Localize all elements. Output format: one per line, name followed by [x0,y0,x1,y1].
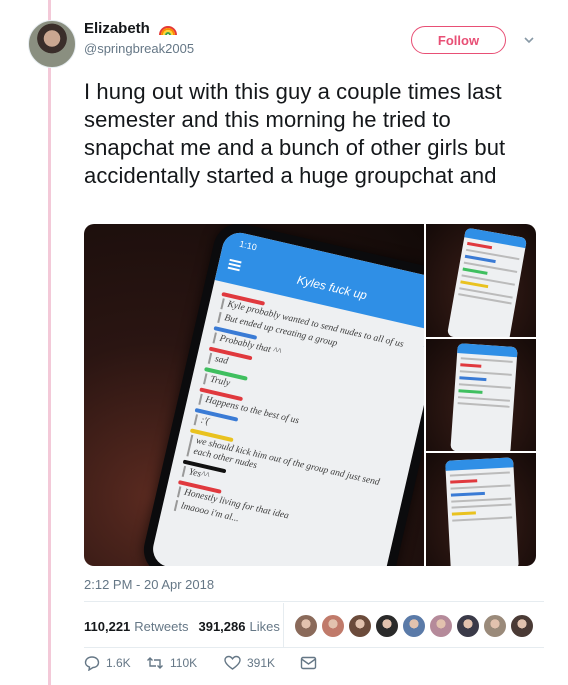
mini-screen [445,457,519,566]
liker-avatar[interactable] [348,614,372,638]
mini-screen [450,342,518,452]
reply-count: 1.6K [106,656,131,670]
tweet-timestamp[interactable]: 2:12 PM - 20 Apr 2018 [84,577,214,592]
media-photo-2[interactable] [426,224,536,337]
liker-avatar[interactable] [510,614,534,638]
likes-count[interactable]: 391,286 [198,619,245,634]
retweets-label[interactable]: Retweets [134,619,188,634]
engagement-stats: 110,221 Retweets 391,286 Likes [84,611,290,641]
retweet-count: 110K [170,656,198,670]
media-photo-main[interactable]: 1:10 Kyles fuck up › Kyle probably wante… [84,224,424,566]
mini-screen [446,227,528,337]
reply-button[interactable]: 1.6K [84,655,146,671]
chat-messages: Kyle probably wanted to send nudes to al… [160,280,424,566]
follow-button[interactable]: Follow [411,26,506,54]
user-info: Elizabeth @springbreak2005 [84,20,194,56]
stats-separator [283,603,284,647]
liker-avatar[interactable] [375,614,399,638]
likes-label[interactable]: Likes [249,619,279,634]
divider [84,601,544,602]
rainbow-icon [159,26,178,36]
liker-avatar[interactable] [483,614,507,638]
liker-avatars [294,614,534,638]
user-handle[interactable]: @springbreak2005 [84,41,194,56]
like-button[interactable]: 391K [224,655,300,671]
heart-icon [224,655,241,670]
tweet-actions: 1.6K 110K 391K [84,655,317,671]
display-name[interactable]: Elizabeth [84,20,150,37]
liker-avatar[interactable] [294,614,318,638]
media-photo-3[interactable] [426,338,536,452]
retweets-count[interactable]: 110,221 [84,619,130,634]
screen-time: 1:10 [238,238,258,253]
retweet-icon [147,657,163,669]
avatar[interactable] [28,20,76,68]
like-count: 391K [247,656,276,670]
direct-message-button[interactable] [300,656,317,670]
phone-screen: 1:10 Kyles fuck up › Kyle probably wante… [149,229,424,566]
media-grid: 1:10 Kyles fuck up › Kyle probably wante… [84,224,536,566]
divider [84,647,544,648]
media-photo-4[interactable] [426,453,536,566]
thread-line [48,0,51,685]
liker-avatar[interactable] [321,614,345,638]
retweet-button[interactable]: 110K [146,655,224,671]
chevron-down-icon[interactable] [522,33,536,47]
liker-avatar[interactable] [456,614,480,638]
tweet-text: I hung out with this guy a couple times … [84,79,506,188]
phone-image: 1:10 Kyles fuck up › Kyle probably wante… [138,224,424,566]
media-thumbnails [426,224,536,566]
envelope-icon [300,656,317,670]
liker-avatar[interactable] [402,614,426,638]
reply-icon [84,656,100,671]
liker-avatar[interactable] [429,614,453,638]
